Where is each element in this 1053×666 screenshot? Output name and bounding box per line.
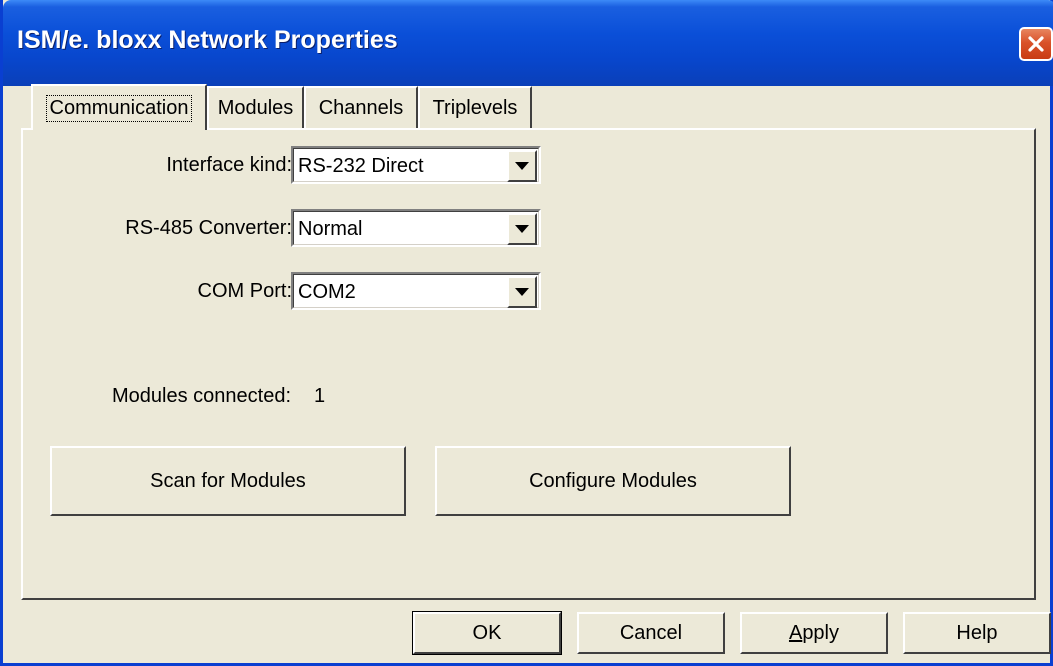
modules-connected-label: Modules connected: <box>112 385 292 407</box>
dialog-window: ISM/e. bloxx Network Properties Communic… <box>0 0 1053 666</box>
rs485-converter-dropdown-button[interactable] <box>507 213 537 245</box>
chevron-down-icon <box>515 157 529 175</box>
tab-triplevels-label: Triplevels <box>432 96 518 119</box>
rs485-converter-value: Normal <box>298 218 363 240</box>
ok-label: OK <box>472 621 502 644</box>
com-port-dropdown-button[interactable] <box>507 276 537 308</box>
rs485-converter-label: RS-485 Converter: <box>125 217 292 239</box>
scan-for-modules-label: Scan for Modules <box>150 469 306 492</box>
ok-button[interactable]: OK <box>412 611 562 655</box>
close-icon <box>1026 34 1046 54</box>
scan-for-modules-button[interactable]: Scan for Modules <box>50 446 406 516</box>
cancel-label: Cancel <box>619 621 683 644</box>
cancel-button[interactable]: Cancel <box>577 612 725 654</box>
interface-kind-dropdown-button[interactable] <box>507 150 537 182</box>
communication-panel: Interface kind: RS-232 Direct RS-485 Con… <box>21 128 1036 600</box>
rs485-converter-select[interactable]: Normal <box>291 209 541 247</box>
configure-modules-button[interactable]: Configure Modules <box>435 446 791 516</box>
chevron-down-icon <box>515 283 529 301</box>
apply-label: Apply <box>789 622 839 645</box>
tab-communication-label: Communication <box>45 94 193 122</box>
interface-kind-select-frame: RS-232 Direct <box>293 148 539 182</box>
tab-modules-label: Modules <box>217 96 294 119</box>
title-bar[interactable]: ISM/e. bloxx Network Properties <box>3 0 1053 86</box>
interface-kind-value: RS-232 Direct <box>298 155 424 177</box>
tab-channels-label: Channels <box>318 96 404 119</box>
interface-kind-label: Interface kind: <box>166 154 292 176</box>
com-port-label: COM Port: <box>197 280 292 302</box>
com-port-value: COM2 <box>298 281 356 303</box>
close-button[interactable] <box>1019 27 1053 61</box>
tab-communication[interactable]: Communication <box>31 84 207 130</box>
window-title: ISM/e. bloxx Network Properties <box>17 26 398 54</box>
modules-connected-count: 1 <box>314 385 326 407</box>
configure-modules-label: Configure Modules <box>529 469 697 492</box>
tab-triplevels[interactable]: Triplevels <box>418 86 532 128</box>
help-button[interactable]: Help <box>903 612 1051 654</box>
apply-mnemonic: A <box>788 621 803 644</box>
tab-channels[interactable]: Channels <box>304 86 418 128</box>
chevron-down-icon <box>515 220 529 238</box>
com-port-select[interactable]: COM2 <box>291 272 541 310</box>
interface-kind-select[interactable]: RS-232 Direct <box>291 146 541 184</box>
apply-button[interactable]: Apply <box>740 612 888 654</box>
apply-label-rest: pply <box>802 621 840 644</box>
tab-modules[interactable]: Modules <box>207 86 304 128</box>
rs485-converter-select-frame: Normal <box>293 211 539 245</box>
com-port-select-frame: COM2 <box>293 274 539 308</box>
help-label: Help <box>956 621 998 644</box>
